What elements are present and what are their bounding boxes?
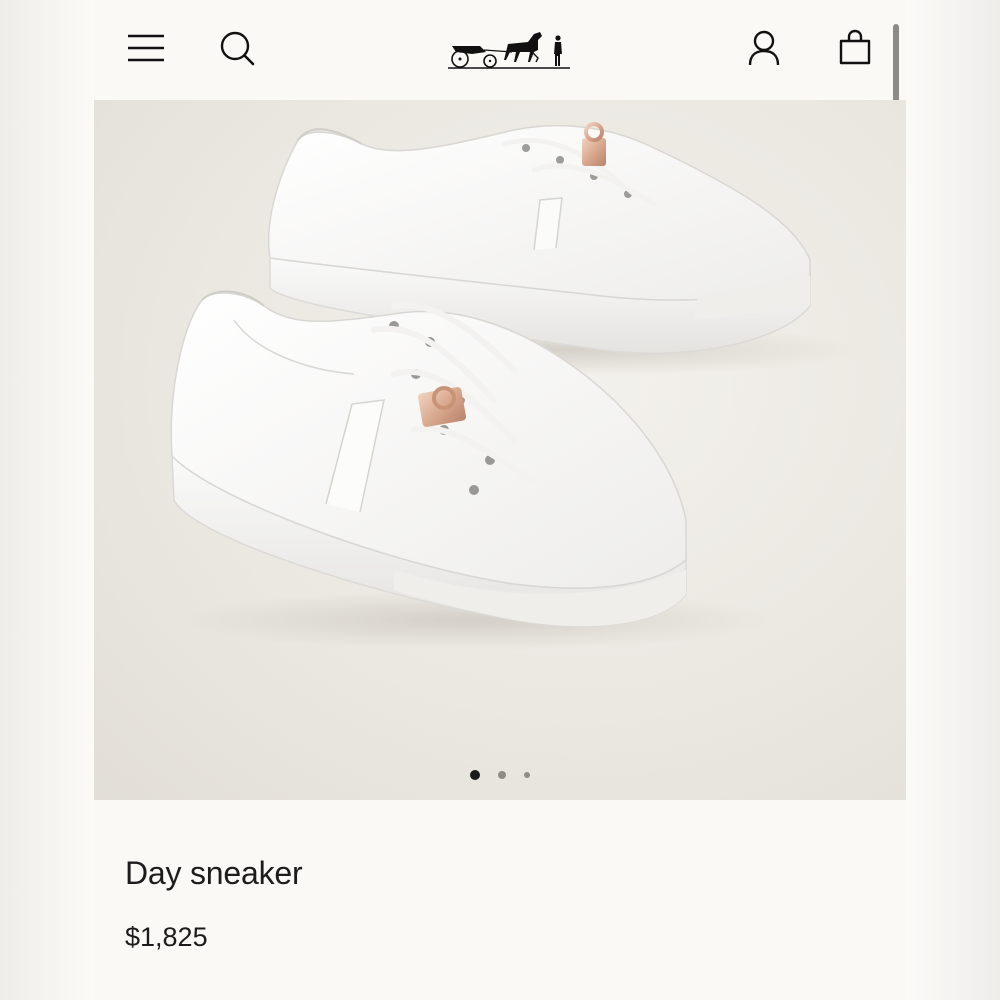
account-icon	[748, 30, 780, 66]
product-title: Day sneaker	[125, 855, 303, 891]
gallery-pagination	[94, 768, 906, 782]
account-button[interactable]	[740, 24, 788, 72]
gallery-dot-1[interactable]	[470, 770, 480, 780]
shopping-bag-button[interactable]	[831, 24, 879, 72]
menu-button[interactable]	[122, 24, 170, 72]
product-image	[170, 122, 864, 650]
search-icon	[220, 31, 255, 66]
search-button[interactable]	[213, 24, 261, 72]
menu-icon	[128, 34, 164, 62]
site-header	[0, 0, 1000, 100]
gallery-dot-2[interactable]	[498, 771, 506, 779]
product-price: $1,825	[125, 922, 208, 952]
gallery-dot-3[interactable]	[524, 772, 530, 778]
shopping-bag-icon	[839, 29, 871, 65]
carriage-logo-icon[interactable]	[446, 28, 572, 72]
product-image-gallery[interactable]	[94, 100, 906, 800]
